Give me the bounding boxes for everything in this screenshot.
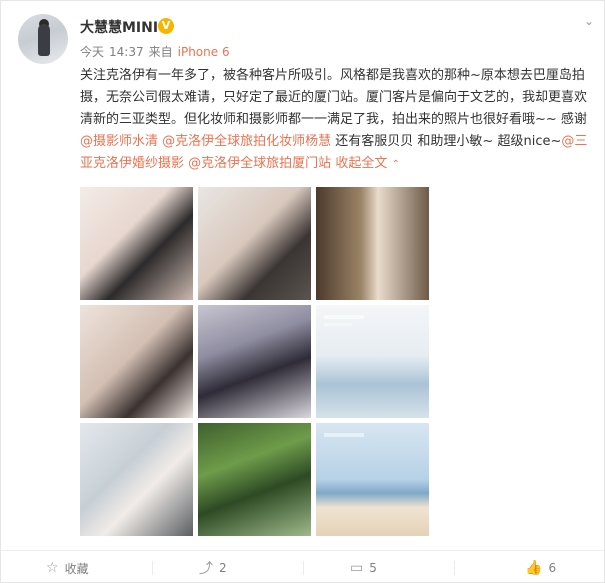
- photo-thumbnail[interactable]: [198, 423, 311, 536]
- mention-link[interactable]: @克洛伊全球旅拍化妆师杨慧: [162, 134, 331, 149]
- photo-thumbnail[interactable]: [316, 305, 429, 418]
- like-button[interactable]: 👍 6: [525, 558, 556, 578]
- photo-grid: [80, 187, 430, 539]
- avatar[interactable]: [18, 14, 68, 64]
- action-bar-divider: [1, 550, 604, 551]
- verified-badge-icon: V: [158, 18, 174, 34]
- favorite-label: 收藏: [64, 561, 89, 576]
- post-text: 关注克洛伊有一年多了，被各种客片所吸引。风格都是我喜欢的那种~原本想去巴厘岛拍摄…: [80, 65, 590, 176]
- photo-caption-mark: [324, 315, 364, 319]
- photo-thumbnail[interactable]: [80, 423, 193, 536]
- comment-icon: ▭: [350, 560, 364, 576]
- comment-count: 5: [369, 561, 377, 575]
- photo-thumbnail[interactable]: [316, 187, 429, 300]
- repost-button[interactable]: ⤴ 2: [199, 558, 227, 578]
- username[interactable]: 大慧慧MINI: [80, 17, 158, 37]
- thumbs-up-icon: 👍: [525, 560, 543, 576]
- photo-caption-mark: [324, 323, 352, 326]
- action-separator: [454, 561, 455, 575]
- photo-caption-mark: [324, 433, 364, 437]
- post-text-body: 关注克洛伊有一年多了，被各种客片所吸引。风格都是我喜欢的那种~原本想去巴厘岛拍摄…: [80, 68, 588, 127]
- collapse-link[interactable]: 收起全文: [335, 156, 387, 171]
- chevron-down-icon[interactable]: ⌄: [581, 13, 597, 29]
- post-text-body: 还有客服贝贝 和助理小敏~ 超级nice~: [331, 134, 562, 149]
- comment-button[interactable]: ▭ 5: [350, 558, 377, 578]
- photo-thumbnail[interactable]: [316, 423, 429, 536]
- weibo-post-card: 大慧慧MINI V 今天 14:37 来自 iPhone 6 ⌄ 关注克洛伊有一年多了…: [0, 0, 605, 583]
- mention-link[interactable]: @克洛伊全球旅拍厦门站: [188, 156, 331, 171]
- action-separator: [303, 561, 304, 575]
- post-meta: 今天 14:37 来自 iPhone 6: [80, 43, 235, 60]
- post-source-prefix: 来自: [148, 45, 173, 59]
- post-device[interactable]: iPhone 6: [178, 45, 230, 59]
- photo-thumbnail[interactable]: [80, 305, 193, 418]
- post-day[interactable]: 今天: [80, 45, 104, 59]
- star-icon: ☆: [46, 560, 59, 576]
- mention-link[interactable]: @摄影师水清: [80, 134, 158, 149]
- action-separator: [152, 561, 153, 575]
- repost-icon: ⤴: [199, 561, 213, 577]
- collapse-arrow-icon[interactable]: ⌃: [391, 159, 399, 170]
- post-time[interactable]: 14:37: [109, 45, 144, 59]
- photo-thumbnail[interactable]: [198, 305, 311, 418]
- avatar-figure-body: [38, 24, 50, 56]
- photo-thumbnail[interactable]: [198, 187, 311, 300]
- favorite-button[interactable]: ☆ 收藏: [46, 558, 89, 578]
- like-count: 6: [548, 561, 557, 575]
- photo-thumbnail[interactable]: [80, 187, 193, 300]
- repost-count: 2: [219, 561, 227, 575]
